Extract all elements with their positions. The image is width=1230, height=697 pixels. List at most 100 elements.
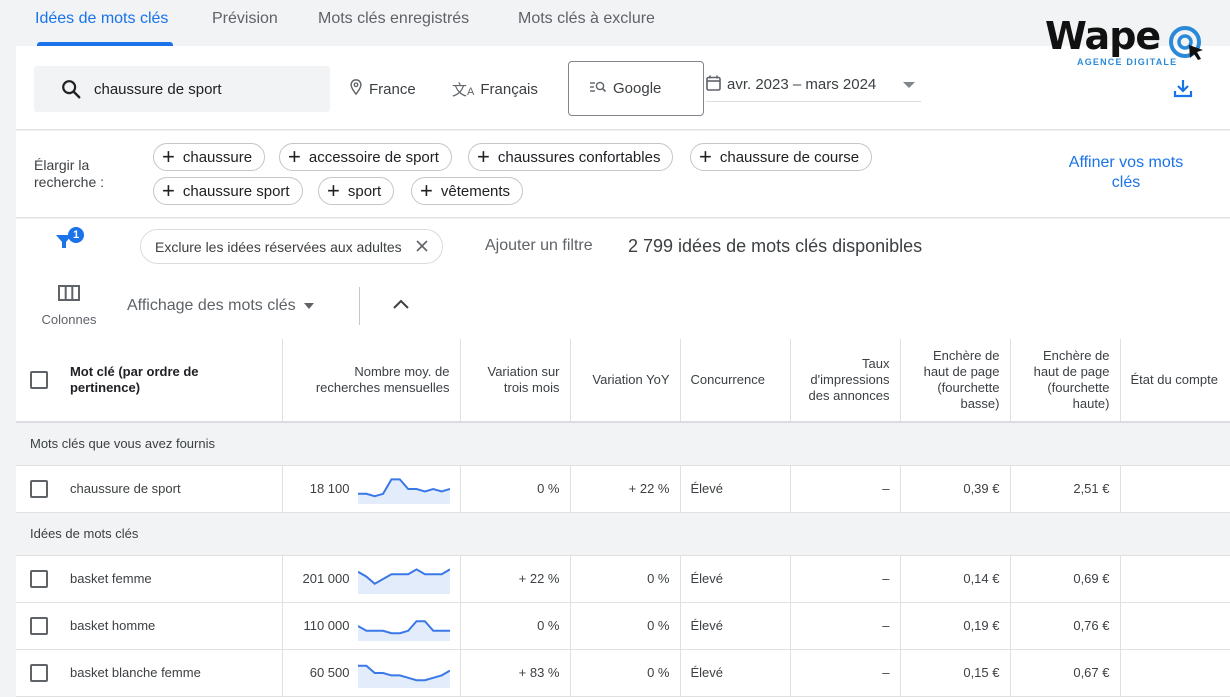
- bid-low-cell: 0,39 €: [900, 465, 1011, 513]
- broaden-label: Élargir la recherche :: [34, 157, 105, 190]
- bid-high-cell: 0,67 €: [1010, 649, 1121, 697]
- chevron-up-icon[interactable]: [392, 297, 410, 315]
- row-checkbox[interactable]: [30, 569, 48, 588]
- keyword-table: Mot clé (par ordre de pertinence) Nombre…: [16, 339, 1230, 697]
- keyword-search-input[interactable]: [94, 78, 314, 100]
- search-network-icon: [589, 80, 607, 98]
- impression-share-cell: –: [790, 555, 901, 603]
- keyword-cell: basket blanche femme: [16, 649, 283, 697]
- tab-forecast[interactable]: Prévision: [212, 10, 278, 28]
- date-range-selector[interactable]: avr. 2023 – mars 2024: [706, 68, 921, 102]
- column-header-account-status[interactable]: État du compte: [1120, 339, 1230, 423]
- avg-searches-value: 18 100: [309, 481, 350, 496]
- plus-icon: +: [327, 178, 340, 203]
- translate-icon: 文A: [452, 82, 475, 99]
- chip-label: chaussure sport: [182, 182, 290, 200]
- header-label: Mot clé (par ordre de pertinence): [69, 364, 199, 395]
- date-range-label: avr. 2023 – mars 2024: [727, 76, 877, 93]
- keyword-text: chaussure de sport: [70, 481, 181, 496]
- chip-label: chaussures confortables: [497, 148, 661, 166]
- keyword-cell: chaussure de sport: [16, 465, 283, 513]
- logo-subtitle: AGENCE DIGITALE: [1077, 57, 1178, 67]
- bid-low-cell: 0,14 €: [900, 555, 1011, 603]
- keyword-text: basket blanche femme: [70, 665, 201, 680]
- broaden-chip[interactable]: + chaussure: [153, 143, 266, 171]
- column-header-avg-searches[interactable]: Nombre moy. de recherches mensuelles: [282, 339, 461, 423]
- refine-keywords-link[interactable]: Affiner vos mots clés: [1066, 153, 1186, 193]
- column-header-keyword[interactable]: Mot clé (par ordre de pertinence): [16, 339, 283, 423]
- plus-icon: +: [477, 144, 490, 169]
- row-checkbox[interactable]: [30, 663, 48, 682]
- competition-cell: Élevé: [680, 649, 791, 697]
- close-icon[interactable]: [416, 239, 428, 255]
- trend-sparkline: [357, 477, 450, 504]
- chip-label: sport: [347, 182, 382, 200]
- calendar-icon: [706, 75, 721, 95]
- tab-saved-keywords[interactable]: Mots clés enregistrés: [318, 10, 469, 28]
- location-label: France: [369, 80, 416, 98]
- avg-searches-cell: 201 000: [282, 555, 461, 603]
- bid-low-cell: 0,15 €: [900, 649, 1011, 697]
- broaden-chip[interactable]: + chaussures confortables: [468, 143, 674, 171]
- plus-icon: +: [162, 144, 175, 169]
- sparkline-line: [357, 619, 450, 634]
- competition-cell: Élevé: [680, 555, 791, 603]
- plus-icon: +: [288, 144, 301, 169]
- yoy-change-cell: 0 %: [570, 555, 681, 603]
- bid-high-cell: 0,69 €: [1010, 555, 1121, 603]
- broaden-chip[interactable]: + accessoire de sport: [279, 143, 452, 171]
- keyword-view-dropdown[interactable]: Affichage des mots clés: [127, 297, 314, 315]
- column-header-competition[interactable]: Concurrence: [680, 339, 791, 423]
- chip-label: chaussure de course: [719, 148, 860, 166]
- plus-icon: +: [699, 144, 712, 169]
- broaden-chip[interactable]: + vêtements: [411, 177, 524, 205]
- active-filter-chip[interactable]: Exclure les idées réservées aux adultes: [140, 229, 443, 264]
- account-status-cell: [1120, 602, 1230, 650]
- tab-negative-keywords[interactable]: Mots clés à exclure: [518, 10, 655, 28]
- competition-cell: Élevé: [680, 465, 791, 513]
- table-row: basket blanche femme 60 500 + 83 % 0 % É…: [16, 649, 1230, 697]
- add-filter-button[interactable]: Ajouter un filtre: [485, 237, 593, 255]
- select-all-checkbox[interactable]: [30, 371, 48, 389]
- language-selector[interactable]: 文A Français: [452, 79, 538, 100]
- avg-searches-cell: 18 100: [282, 465, 461, 513]
- column-header-yoy-change[interactable]: Variation YoY: [570, 339, 681, 423]
- column-header-impression-share[interactable]: Taux d'impressions des annonces: [790, 339, 901, 423]
- trend-sparkline: [357, 619, 450, 641]
- group-keyword-ideas: Idées de mots clés: [16, 512, 1230, 556]
- search-network-selector[interactable]: Google: [568, 61, 704, 116]
- trend-sparkline: [357, 567, 450, 594]
- table-row: basket homme 110 000 0 % 0 % Élevé – 0,1…: [16, 602, 1230, 650]
- three-month-change-cell: + 22 %: [460, 555, 571, 603]
- columns-label: Colonnes: [41, 312, 97, 327]
- three-month-change-cell: 0 %: [460, 602, 571, 650]
- table-row: basket femme 201 000 + 22 % 0 % Élevé – …: [16, 555, 1230, 603]
- account-status-cell: [1120, 465, 1230, 513]
- broaden-chip[interactable]: + chaussure de course: [690, 143, 873, 171]
- yoy-change-cell: + 22 %: [570, 465, 681, 513]
- download-icon[interactable]: [1173, 78, 1193, 103]
- column-header-bid-high[interactable]: Enchère de haut de page (fourchette haut…: [1010, 339, 1121, 423]
- filter-icon[interactable]: 1: [54, 227, 84, 256]
- search-box[interactable]: [34, 66, 330, 112]
- yoy-change-cell: 0 %: [570, 649, 681, 697]
- column-header-bid-low[interactable]: Enchère de haut de page (fourchette bass…: [900, 339, 1011, 423]
- row-checkbox[interactable]: [30, 479, 48, 498]
- keyword-text: basket homme: [70, 618, 156, 633]
- tab-keyword-ideas[interactable]: Idées de mots clés: [35, 10, 168, 28]
- broaden-chip[interactable]: + chaussure sport: [153, 177, 303, 205]
- avg-searches-value: 60 500: [309, 665, 350, 680]
- bid-high-cell: 2,51 €: [1010, 465, 1121, 513]
- column-header-three-month-change[interactable]: Variation sur trois mois: [460, 339, 571, 423]
- keyword-text: basket femme: [70, 571, 152, 586]
- broaden-chip[interactable]: + sport: [318, 177, 395, 205]
- table-header-row: Mot clé (par ordre de pertinence) Nombre…: [16, 339, 1230, 423]
- dropdown-caret-icon: [303, 303, 314, 309]
- row-checkbox[interactable]: [30, 616, 48, 635]
- columns-button[interactable]: Colonnes: [38, 285, 100, 327]
- keyword-cell: basket homme: [16, 602, 283, 650]
- location-selector[interactable]: France: [349, 79, 416, 99]
- trend-sparkline: [357, 664, 450, 688]
- yoy-change-cell: 0 %: [570, 602, 681, 650]
- keyword-cell: basket femme: [16, 555, 283, 603]
